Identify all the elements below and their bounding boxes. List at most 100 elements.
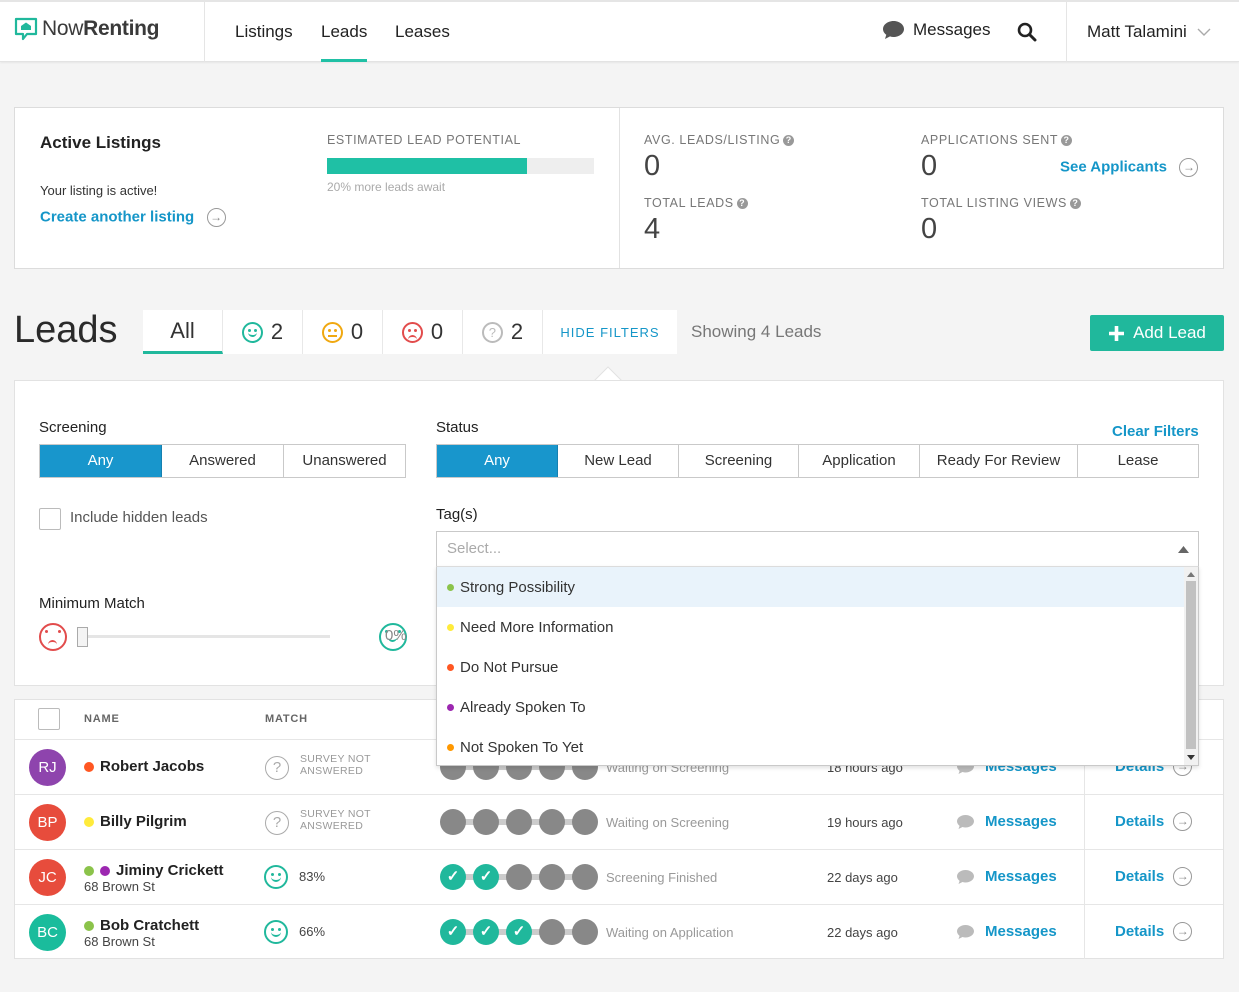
step-complete-icon: ✓ [473, 919, 499, 945]
tag-color-dot [447, 703, 454, 711]
chat-bubble-icon [957, 814, 974, 829]
lead-name[interactable]: Jiminy Crickett [84, 862, 224, 879]
minimum-match-value: 0% [385, 627, 407, 644]
lead-potential-bar [327, 158, 594, 174]
lead-name[interactable]: Billy Pilgrim [84, 813, 187, 830]
step-pending-dot [572, 809, 598, 835]
messages-nav[interactable]: Messages [882, 20, 990, 40]
avatar[interactable]: BC [29, 914, 66, 951]
tag-option[interactable]: Already Spoken To [437, 687, 1184, 727]
chat-bubble-icon [883, 21, 904, 39]
hide-filters-button[interactable]: HIDE FILTERS [543, 310, 677, 354]
lead-name[interactable]: Bob Cratchett [84, 917, 199, 934]
step-complete-icon: ✓ [473, 864, 499, 890]
table-row[interactable]: BC Bob Cratchett 68 Brown St 66% ✓ ✓ ✓ Waiting … [15, 904, 1223, 959]
scrollbar-thumb[interactable] [1186, 581, 1196, 749]
column-header-match[interactable]: MATCH [265, 713, 308, 725]
status-new-lead[interactable]: New Lead [558, 445, 679, 477]
tab-happy[interactable]: 2 [223, 310, 303, 354]
screening-any[interactable]: Any [40, 445, 162, 477]
messages-link[interactable]: Messages [956, 923, 1057, 940]
avatar[interactable]: JC [29, 859, 66, 896]
tags-label: Tag(s) [436, 506, 478, 523]
chevron-down-icon [1197, 28, 1211, 36]
happy-face-icon [241, 321, 263, 343]
question-face-icon: ? [265, 756, 289, 780]
lead-name[interactable]: Robert Jacobs [84, 758, 204, 775]
tab-unknown[interactable]: ? 2 [463, 310, 543, 354]
lead-progress: ✓ ✓ ✓ [440, 919, 598, 945]
nav-listings[interactable]: Listings [235, 2, 293, 62]
sad-face-icon [401, 321, 423, 343]
help-icon[interactable]: ? [783, 135, 795, 146]
status-any[interactable]: Any [437, 445, 558, 477]
nav-leads[interactable]: Leads [321, 2, 368, 62]
table-row[interactable]: JC Jiminy Crickett 68 Brown St 83% ✓ ✓ Screeni… [15, 849, 1223, 904]
details-link[interactable]: Details → [1115, 867, 1193, 886]
screening-unanswered[interactable]: Unanswered [284, 445, 405, 477]
caret-up-icon [1178, 546, 1189, 553]
match-slider-track[interactable] [79, 635, 330, 638]
include-hidden-checkbox[interactable] [39, 508, 61, 530]
match-slider-handle[interactable] [77, 627, 88, 647]
status-application[interactable]: Application [799, 445, 920, 477]
table-row[interactable]: BP Billy Pilgrim? SURVEY NOT ANSWERED Waitin… [15, 794, 1223, 849]
survey-status: SURVEY NOT ANSWERED [300, 808, 371, 832]
avatar[interactable]: BP [29, 804, 66, 841]
step-pending-dot [572, 919, 598, 945]
nav-leases[interactable]: Leases [395, 2, 450, 62]
status-lease[interactable]: Lease [1078, 445, 1198, 477]
messages-link[interactable]: Messages [956, 813, 1057, 830]
tag-option[interactable]: Not Spoken To Yet [437, 727, 1184, 767]
details-link[interactable]: Details → [1115, 812, 1193, 831]
help-icon[interactable]: ? [736, 198, 748, 209]
status-screening[interactable]: Screening [679, 445, 799, 477]
avatar[interactable]: RJ [29, 749, 66, 786]
arrow-right-icon: → [1173, 922, 1193, 941]
active-listings-title: Active Listings [40, 133, 161, 152]
chat-bubble-icon [957, 869, 974, 884]
tags-select[interactable]: Select... [436, 531, 1199, 567]
lead-status: Waiting on Screening [606, 815, 730, 830]
tag-color-dot [100, 865, 110, 876]
tag-option[interactable]: Do Not Pursue [437, 647, 1184, 687]
tag-option[interactable]: Need More Information [437, 607, 1184, 647]
see-applicants-link[interactable]: See Applicants → [1060, 158, 1199, 177]
search-icon[interactable] [1017, 22, 1037, 42]
status-label: Status [436, 419, 479, 436]
messages-link[interactable]: Messages [956, 868, 1057, 885]
lead-status: Waiting on Application [606, 925, 734, 940]
tab-neutral[interactable]: 0 [303, 310, 383, 354]
top-navigation-bar: NowRenting Listings Leads Leases Message… [0, 0, 1239, 62]
help-icon[interactable]: ? [1061, 135, 1073, 146]
select-all-checkbox[interactable] [38, 708, 60, 730]
user-menu[interactable]: Matt Talamini [1087, 22, 1211, 42]
help-icon[interactable]: ? [1069, 198, 1081, 209]
step-pending-dot [539, 919, 565, 945]
clear-filters-link[interactable]: Clear Filters [1112, 423, 1199, 440]
details-link[interactable]: Details → [1115, 922, 1193, 941]
happy-face-icon [264, 865, 288, 889]
tab-all[interactable]: All [143, 310, 223, 354]
step-pending-dot [506, 864, 532, 890]
lead-time: 22 days ago [827, 870, 898, 885]
divider [204, 2, 205, 62]
add-lead-button[interactable]: Add Lead [1090, 315, 1224, 351]
status-ready-for-review[interactable]: Ready For Review [920, 445, 1078, 477]
tab-sad[interactable]: 0 [383, 310, 463, 354]
divider [1084, 905, 1085, 959]
status-segmented-control: Any New Lead Screening Application Ready… [436, 444, 1199, 478]
brand-logo[interactable]: NowRenting [14, 16, 159, 42]
step-pending-dot [572, 864, 598, 890]
screening-answered[interactable]: Answered [162, 445, 284, 477]
screening-segmented-control: Any Answered Unanswered [39, 444, 406, 478]
avg-leads-value: 0 [644, 150, 661, 182]
dropdown-scrollbar[interactable] [1184, 567, 1198, 765]
lead-time: 22 days ago [827, 925, 898, 940]
tag-color-dot [447, 663, 454, 671]
step-complete-icon: ✓ [440, 919, 466, 945]
create-listing-link[interactable]: Create another listing → [40, 208, 226, 227]
arrow-right-icon: → [206, 208, 226, 227]
tag-option[interactable]: Strong Possibility [437, 567, 1184, 607]
column-header-name[interactable]: NAME [84, 713, 120, 725]
